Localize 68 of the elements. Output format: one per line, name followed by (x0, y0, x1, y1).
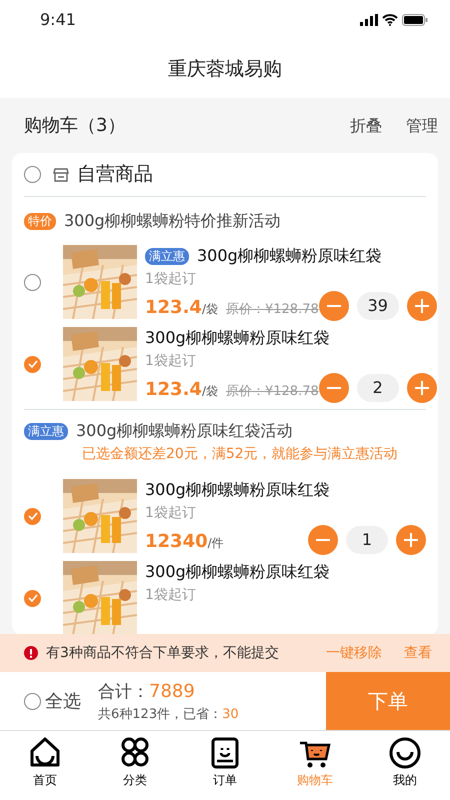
price-unit: /袋 (202, 383, 218, 400)
promo-tag: 满立惠 (24, 422, 68, 440)
total-label: 合计： (98, 680, 149, 704)
nav-tab[interactable]: 分类 (100, 731, 170, 800)
min-order: 1袋起订 (145, 270, 197, 289)
plus-icon (404, 533, 418, 547)
checkbox[interactable] (24, 508, 41, 524)
original-price: 原价：¥128.78 (226, 301, 319, 319)
check-icon (28, 512, 38, 520)
signal-icon (360, 14, 378, 26)
min-order: 1袋起订 (145, 504, 197, 523)
cart-title: 购物车（3） (24, 114, 126, 138)
profile-icon (387, 735, 423, 771)
summary-text: 共6种123件，已省： (98, 706, 222, 724)
promo-title: 300g柳柳螺蛳粉原味红袋活动 (76, 420, 293, 442)
quantity-value: 1 (346, 526, 388, 554)
price: 123.4 (145, 296, 202, 320)
check-icon (28, 360, 38, 368)
nav-tab[interactable]: 首页 (10, 731, 80, 800)
status-time: 9:41 (40, 9, 76, 31)
shop-name: 自营商品 (77, 162, 153, 188)
header-action[interactable]: 折叠 (350, 114, 382, 138)
minus-icon (326, 387, 341, 389)
product-name: 300g柳柳螺蛳粉原味红袋 (197, 245, 382, 267)
minus-icon (326, 305, 341, 307)
minus-button[interactable] (318, 291, 349, 321)
price-unit: /袋 (202, 301, 218, 318)
checkbox[interactable] (24, 692, 41, 710)
checkbox[interactable] (24, 590, 41, 606)
price: 123.4 (145, 378, 202, 402)
price-unit: /件 (208, 535, 224, 552)
alert-icon (24, 646, 38, 660)
select-all-label: 全选 (45, 690, 81, 714)
product-name: 300g柳柳螺蛳粉原味红袋 (145, 479, 330, 501)
nav-tab[interactable]: 订单 (190, 731, 260, 800)
battery-icon (402, 14, 428, 26)
check-icon (28, 594, 38, 602)
saved-value: 30 (222, 706, 239, 724)
plus-button[interactable] (406, 291, 437, 321)
minus-icon (316, 539, 330, 541)
plus-button[interactable] (396, 525, 426, 555)
plus-button[interactable] (406, 373, 437, 403)
total-value: 7889 (149, 680, 195, 704)
page-title: 重庆蓉城易购 (168, 56, 282, 82)
promo-tag: 满立惠 (145, 248, 189, 264)
quantity-value: 2 (356, 374, 399, 402)
quantity-value: 39 (356, 292, 399, 320)
plus-icon (414, 299, 429, 313)
promo-notice: 已选金额还差20元，满52元，就能参与满立惠活动 (81, 445, 399, 464)
checkbox[interactable] (24, 356, 41, 372)
original-price: 原价：¥128.78 (226, 383, 319, 401)
min-order: 1袋起订 (145, 586, 197, 605)
header-action[interactable]: 管理 (406, 114, 438, 138)
plus-icon (414, 381, 429, 395)
price: 12340 (145, 530, 208, 554)
product-name: 300g柳柳螺蛳粉原味红袋 (145, 327, 330, 349)
checkbox[interactable] (24, 166, 41, 183)
promo-title: 300g柳柳螺蛳粉特价推新活动 (64, 210, 281, 232)
checkbox[interactable] (24, 274, 41, 290)
store-icon (53, 168, 69, 182)
promo-tag: 特价 (24, 212, 56, 230)
minus-button[interactable] (318, 373, 349, 403)
warning-text: 有3种商品不符合下单要求，不能提交 (46, 644, 280, 662)
product-name: 300g柳柳螺蛳粉原味红袋 (145, 561, 330, 583)
wifi-icon (382, 14, 398, 26)
minus-button[interactable] (308, 525, 338, 555)
min-order: 1袋起订 (145, 352, 197, 371)
nav-tab[interactable]: 我的 (370, 731, 440, 800)
